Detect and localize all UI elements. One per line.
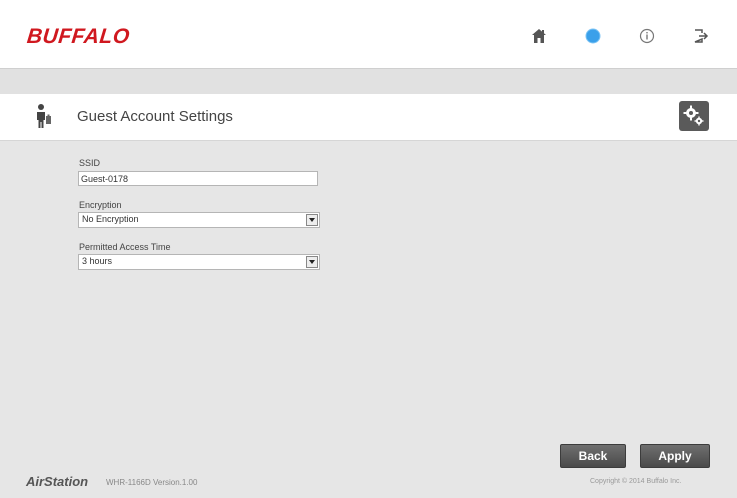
encryption-label: Encryption — [79, 200, 122, 210]
chevron-down-icon[interactable] — [306, 256, 318, 268]
back-button[interactable]: Back — [560, 444, 626, 468]
page-title: Guest Account Settings — [77, 108, 233, 125]
encryption-selected-value: No Encryption — [82, 214, 139, 224]
page-title-bar: Guest Account Settings — [0, 94, 737, 141]
language-icon[interactable] — [584, 27, 602, 45]
gears-icon — [683, 105, 704, 126]
access-time-select[interactable]: 3 hours — [78, 254, 320, 270]
airstation-brand: AirStation — [26, 474, 89, 489]
settings-gear-button[interactable] — [679, 101, 709, 131]
guest-person-icon — [34, 103, 52, 129]
logout-icon[interactable] — [692, 27, 710, 45]
copyright: Copyright © 2014 Buffalo Inc. — [590, 478, 682, 485]
apply-button[interactable]: Apply — [640, 444, 710, 468]
access-time-label: Permitted Access Time — [79, 242, 171, 252]
home-icon[interactable] — [530, 27, 548, 45]
encryption-select[interactable]: No Encryption — [78, 212, 320, 228]
buffalo-logo: BUFFALO — [25, 25, 131, 48]
ssid-label: SSID — [79, 158, 101, 168]
ssid-input[interactable] — [78, 171, 318, 186]
info-icon[interactable] — [638, 27, 656, 45]
model-version: WHR-1166D Version.1.00 — [106, 478, 198, 487]
top-header: BUFFALO — [0, 0, 737, 69]
chevron-down-icon[interactable] — [306, 214, 318, 226]
sub-header-strip — [0, 69, 737, 94]
access-time-selected-value: 3 hours — [82, 256, 113, 266]
